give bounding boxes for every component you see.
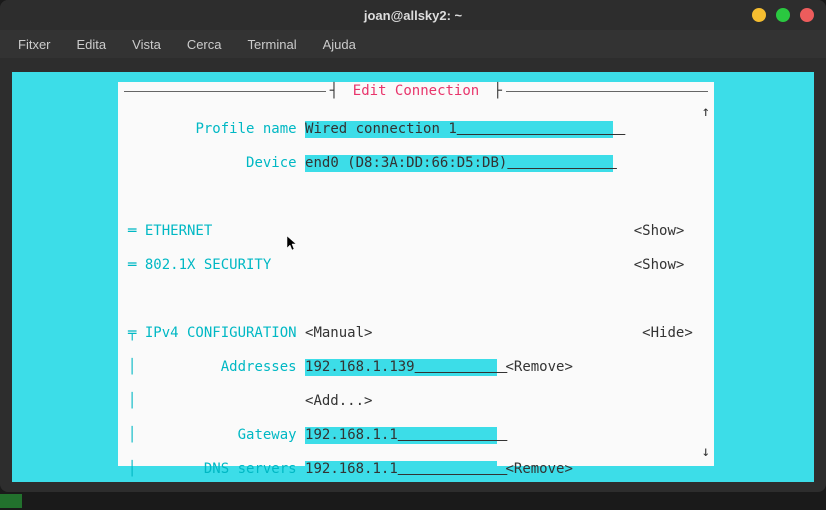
titlebar: joan@allsky2: ~ — [0, 0, 826, 30]
menu-ajuda[interactable]: Ajuda — [313, 34, 366, 55]
dialog-title: Edit Connection — [347, 83, 485, 99]
profile-name-input[interactable]: Wired connection 1 — [305, 121, 613, 138]
menu-fitxer[interactable]: Fitxer — [8, 34, 61, 55]
address-add-button[interactable]: <Add...> — [305, 393, 372, 409]
close-button[interactable] — [800, 8, 814, 22]
gateway-label: Gateway — [238, 427, 297, 443]
nmtui-dialog: ┤ Edit Connection ├ ↑ ↓ Profile name Wir… — [118, 82, 714, 466]
window-title: joan@allsky2: ~ — [364, 8, 462, 23]
dialog-body: Profile name Wired connection 1 Device e… — [128, 104, 706, 462]
gateway-input[interactable]: 192.168.1.1 — [305, 427, 497, 444]
menu-edita[interactable]: Edita — [67, 34, 117, 55]
profile-name-label: Profile name — [195, 121, 296, 137]
device-input[interactable]: end0 (D8:3A:DD:66:D5:DB) — [305, 155, 613, 172]
security-show-button[interactable]: <Show> — [634, 257, 685, 273]
menubar: Fitxer Edita Vista Cerca Terminal Ajuda — [0, 30, 826, 58]
dns-label: DNS servers — [204, 461, 297, 477]
ipv4-mode-select[interactable]: <Manual> — [305, 325, 372, 341]
maximize-button[interactable] — [776, 8, 790, 22]
terminal-area: ┤ Edit Connection ├ ↑ ↓ Profile name Wir… — [12, 72, 814, 482]
ipv4-hide-button[interactable]: <Hide> — [642, 325, 693, 341]
minimize-button[interactable] — [752, 8, 766, 22]
desktop-artifact — [0, 494, 22, 508]
menu-cerca[interactable]: Cerca — [177, 34, 232, 55]
window-controls — [752, 8, 814, 22]
dialog-titlebar: ┤ Edit Connection ├ — [124, 82, 708, 100]
ipv4-section: ╤ IPv4 CONFIGURATION — [128, 325, 297, 341]
ethernet-show-button[interactable]: <Show> — [634, 223, 685, 239]
address-remove-button[interactable]: <Remove> — [505, 359, 572, 375]
menu-terminal[interactable]: Terminal — [238, 34, 307, 55]
menu-vista[interactable]: Vista — [122, 34, 171, 55]
dns-remove-button[interactable]: <Remove> — [505, 461, 572, 477]
dns-input[interactable]: 192.168.1.1 — [305, 461, 497, 478]
security-section: ═ 802.1X SECURITY — [128, 257, 271, 273]
ethernet-section: ═ ETHERNET — [128, 223, 212, 239]
address-input[interactable]: 192.168.1.139 — [305, 359, 497, 376]
device-label: Device — [246, 155, 297, 171]
addresses-label: Addresses — [221, 359, 297, 375]
terminal-window: joan@allsky2: ~ Fitxer Edita Vista Cerca… — [0, 0, 826, 492]
